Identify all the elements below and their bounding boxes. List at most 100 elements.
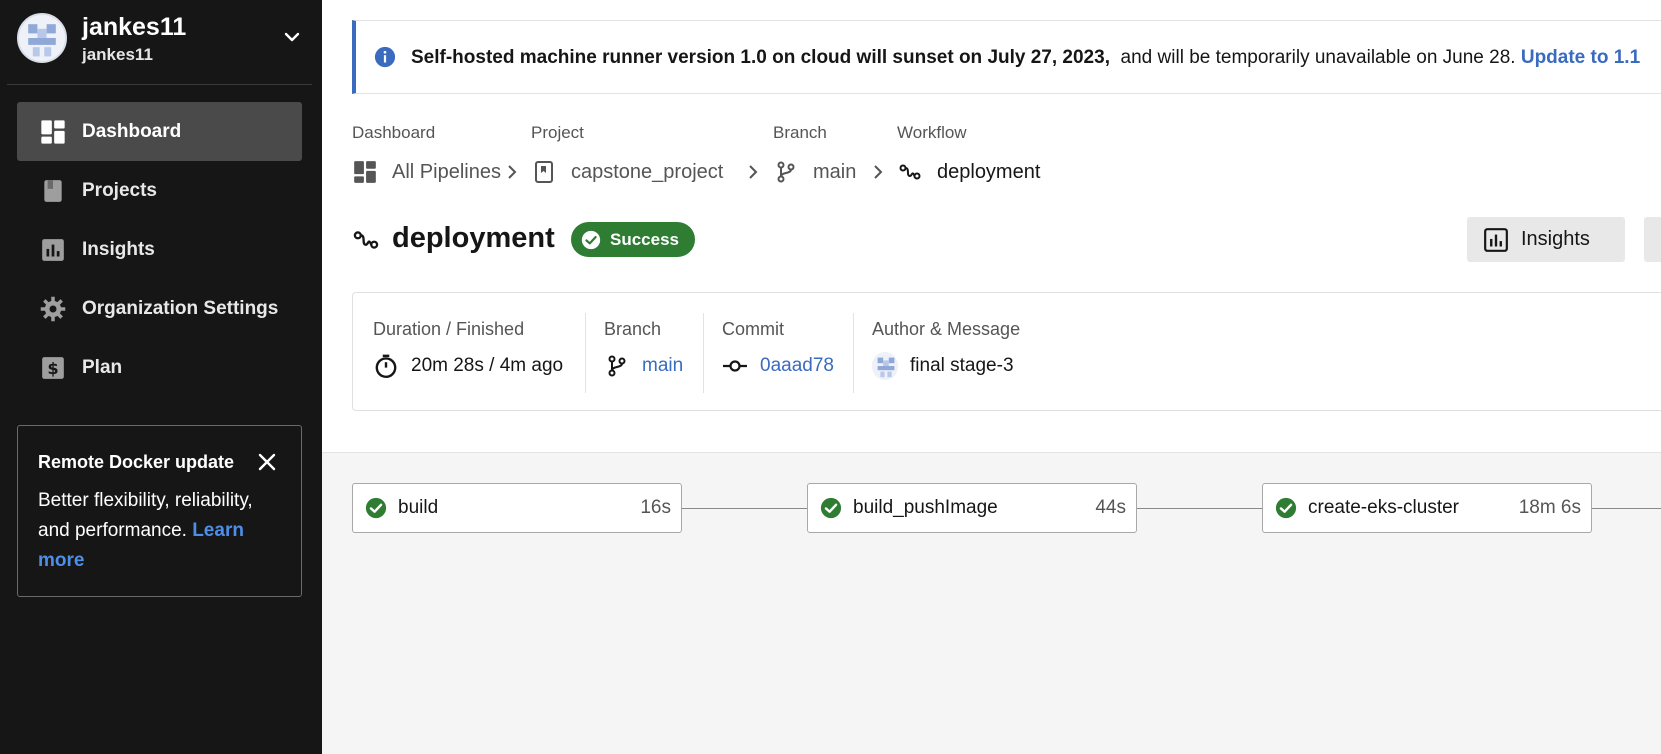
author-value: final stage-3 bbox=[872, 350, 1014, 382]
insights-icon bbox=[1484, 227, 1508, 252]
status-badge: Success bbox=[571, 222, 695, 257]
success-check-icon bbox=[820, 497, 842, 519]
close-icon[interactable] bbox=[255, 450, 279, 474]
breadcrumb-project[interactable]: capstone_project bbox=[531, 157, 723, 187]
breadcrumb-label: Branch bbox=[773, 123, 827, 142]
org-name: jankes11 bbox=[82, 45, 153, 64]
sidebar-item-label: Dashboard bbox=[82, 120, 182, 142]
dashboard-icon bbox=[38, 117, 68, 147]
sidebar-divider bbox=[7, 84, 312, 85]
insights-button[interactable]: Insights bbox=[1467, 217, 1625, 262]
success-check-icon bbox=[365, 497, 387, 519]
job-build-pushimage[interactable]: build_pushImage 44s bbox=[807, 483, 1137, 533]
sidebar-item-insights[interactable]: Insights bbox=[17, 220, 302, 279]
job-name: build_pushImage bbox=[853, 497, 998, 518]
breadcrumb-label: Workflow bbox=[897, 123, 967, 142]
sidebar-item-plan[interactable]: $ Plan bbox=[17, 338, 302, 397]
workflow-icon bbox=[897, 159, 923, 185]
svg-text:$: $ bbox=[47, 358, 58, 377]
branch-link[interactable]: main bbox=[642, 355, 683, 377]
breadcrumb-label: Project bbox=[531, 123, 584, 142]
commit-value[interactable]: 0aaad78 bbox=[722, 350, 834, 382]
sidebar-item-dashboard[interactable]: Dashboard bbox=[17, 102, 302, 161]
divider bbox=[853, 313, 854, 393]
success-check-icon bbox=[1275, 497, 1297, 519]
workflow-graph: build 16s build_pushImage 44s create-eks… bbox=[322, 452, 1661, 754]
divider bbox=[585, 313, 586, 393]
breadcrumb-text: capstone_project bbox=[571, 160, 724, 183]
bookmark-icon bbox=[531, 159, 557, 185]
branch-icon bbox=[604, 353, 630, 379]
dollar-icon: $ bbox=[38, 353, 68, 383]
duration-text: 20m 28s / 4m ago bbox=[411, 355, 564, 376]
workflow-details-card: Duration / Finished 20m 28s / 4m ago Bra… bbox=[352, 292, 1661, 411]
update-link[interactable]: Update to 1.1 bbox=[1521, 47, 1640, 68]
banner-text: Self-hosted machine runner version 1.0 o… bbox=[411, 47, 1640, 69]
status-text: Success bbox=[610, 229, 679, 249]
chevron-down-icon[interactable] bbox=[280, 25, 304, 49]
page-title: deployment bbox=[392, 222, 555, 254]
banner-bold-text: Self-hosted machine runner version 1.0 o… bbox=[411, 47, 1110, 68]
card-body: Better flexibility, reliability, and per… bbox=[38, 486, 283, 576]
sunset-banner: Self-hosted machine runner version 1.0 o… bbox=[352, 20, 1661, 94]
banner-regular-text: and will be temporarily unavailable on J… bbox=[1120, 47, 1516, 68]
chevron-right-icon bbox=[508, 165, 517, 179]
avatar bbox=[17, 13, 67, 63]
breadcrumb-label: Dashboard bbox=[352, 123, 436, 142]
user-name: jankes11 bbox=[82, 13, 187, 41]
sidebar-item-projects[interactable]: Projects bbox=[17, 161, 302, 220]
breadcrumb-text: deployment bbox=[937, 160, 1041, 183]
job-duration: 44s bbox=[1095, 497, 1126, 518]
info-icon bbox=[374, 46, 396, 68]
job-create-eks-cluster[interactable]: create-eks-cluster 18m 6s bbox=[1262, 483, 1592, 533]
job-name: build bbox=[398, 497, 439, 518]
commit-label: Commit bbox=[722, 319, 784, 339]
gear-icon bbox=[38, 294, 68, 324]
author-label: Author & Message bbox=[872, 319, 1021, 339]
sidebar: jankes11 jankes11 Dashboard Projects Ins… bbox=[0, 0, 322, 754]
main-content: Self-hosted machine runner version 1.0 o… bbox=[322, 0, 1661, 754]
sidebar-item-label: Projects bbox=[82, 179, 157, 201]
check-circle-icon bbox=[581, 230, 601, 249]
sidebar-item-label: Plan bbox=[82, 356, 123, 378]
breadcrumb-all-pipelines[interactable]: All Pipelines bbox=[352, 157, 501, 187]
job-build[interactable]: build 16s bbox=[352, 483, 682, 533]
projects-icon bbox=[38, 176, 68, 206]
job-duration: 16s bbox=[640, 497, 671, 518]
sidebar-item-organization-settings[interactable]: Organization Settings bbox=[17, 279, 302, 338]
dashboard-icon bbox=[352, 159, 378, 185]
job-name: create-eks-cluster bbox=[1308, 497, 1459, 518]
sidebar-item-label: Organization Settings bbox=[82, 297, 279, 319]
commit-icon bbox=[722, 353, 748, 379]
timer-icon bbox=[373, 353, 399, 379]
author-avatar bbox=[872, 352, 898, 380]
chevron-right-icon bbox=[749, 165, 758, 179]
breadcrumb-workflow[interactable]: deployment bbox=[897, 157, 1040, 187]
job-connector bbox=[1592, 508, 1661, 509]
avatar-pattern-icon bbox=[19, 15, 65, 61]
card-title: Remote Docker update bbox=[38, 452, 235, 472]
sidebar-item-label: Insights bbox=[82, 238, 155, 260]
commit-link[interactable]: 0aaad78 bbox=[760, 355, 834, 377]
job-connector bbox=[1137, 508, 1262, 509]
insights-button-label: Insights bbox=[1521, 228, 1590, 250]
user-switcher[interactable]: jankes11 jankes11 bbox=[17, 13, 312, 71]
job-connector bbox=[682, 508, 807, 509]
breadcrumb-text: All Pipelines bbox=[392, 160, 501, 183]
branch-icon bbox=[773, 159, 799, 185]
duration-value: 20m 28s / 4m ago bbox=[373, 350, 563, 382]
chevron-right-icon bbox=[874, 165, 883, 179]
insights-icon bbox=[38, 235, 68, 265]
breadcrumb-branch[interactable]: main bbox=[773, 157, 856, 187]
commit-message: final stage-3 bbox=[910, 355, 1014, 376]
avatar-pattern-icon bbox=[872, 352, 898, 380]
breadcrumb-text: main bbox=[813, 160, 857, 183]
remote-docker-update-card: Remote Docker update Better flexibility,… bbox=[17, 425, 302, 597]
branch-value[interactable]: main bbox=[604, 350, 683, 382]
rerun-button[interactable] bbox=[1644, 217, 1661, 262]
divider bbox=[703, 313, 704, 393]
branch-label: Branch bbox=[604, 319, 662, 339]
duration-label: Duration / Finished bbox=[373, 319, 525, 339]
job-duration: 18m 6s bbox=[1518, 497, 1581, 518]
workflow-icon bbox=[353, 231, 379, 249]
